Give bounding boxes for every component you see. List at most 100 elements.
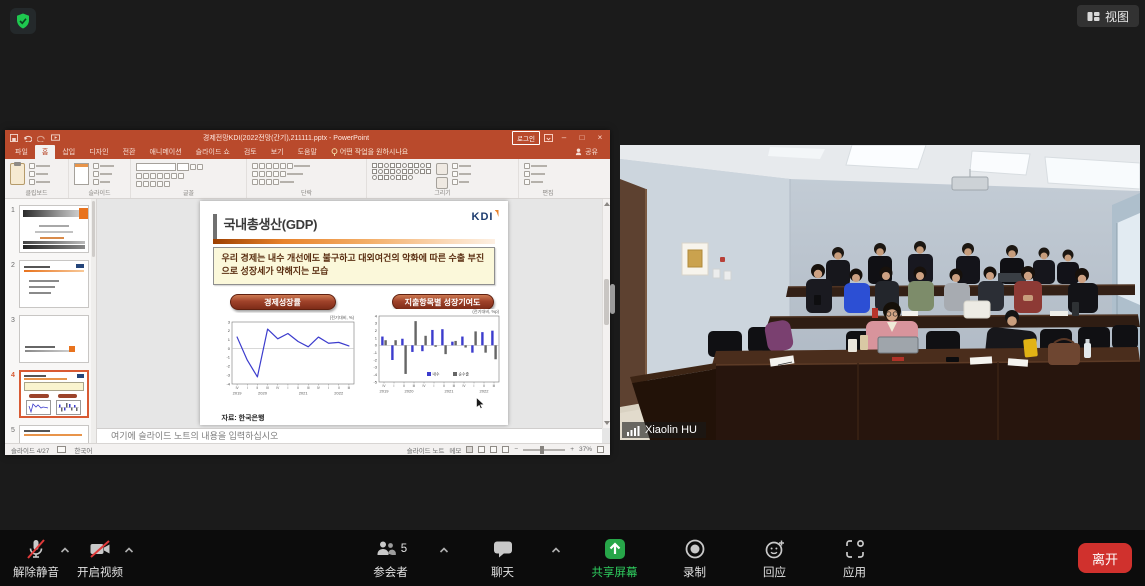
slideshow-view-icon[interactable] bbox=[502, 446, 509, 453]
tab-help[interactable]: 도움말 bbox=[291, 145, 324, 159]
save-icon[interactable] bbox=[10, 134, 18, 142]
notes-toggle-button[interactable]: 슬라이드 노트 bbox=[407, 445, 445, 455]
mouse-cursor bbox=[476, 397, 485, 409]
record-label: 录制 bbox=[683, 564, 706, 580]
view-button[interactable]: 视图 bbox=[1077, 5, 1139, 27]
start-video-button[interactable]: 开启视频 bbox=[72, 530, 128, 586]
normal-view-icon[interactable] bbox=[466, 446, 473, 453]
tab-file[interactable]: 파일 bbox=[8, 145, 35, 159]
leave-button[interactable]: 离开 bbox=[1078, 543, 1132, 573]
editor-vertical-scrollbar[interactable] bbox=[602, 199, 610, 428]
ribbon-group-label: 단락 bbox=[247, 188, 366, 197]
tab-review[interactable]: 검토 bbox=[237, 145, 264, 159]
meeting-security-button[interactable] bbox=[10, 8, 36, 34]
zoom-in-button[interactable]: + bbox=[570, 446, 574, 453]
thermos bbox=[1072, 302, 1079, 316]
slide-canvas[interactable]: 국내총생산(GDP) KDI 우리 경제는 내수 개선에도 불구하고 대외여건의… bbox=[200, 201, 508, 425]
ppt-window-title: 경제전망KDI(2022전망(간기),211111.pptx - PowerPo… bbox=[60, 133, 512, 143]
tab-home[interactable]: 홈 bbox=[35, 145, 55, 159]
chat-button[interactable]: 聊天 bbox=[475, 530, 531, 586]
tell-me-box[interactable]: 어떤 작업을 원하시나요 bbox=[324, 145, 415, 159]
record-button[interactable]: 录制 bbox=[667, 530, 723, 586]
tab-design[interactable]: 디자인 bbox=[82, 145, 115, 159]
paste-icon[interactable] bbox=[10, 163, 25, 185]
login-button[interactable]: 로그인 bbox=[512, 131, 540, 145]
zoom-slider[interactable] bbox=[523, 449, 565, 451]
new-slide-icon[interactable] bbox=[74, 163, 89, 185]
undo-icon[interactable] bbox=[23, 134, 32, 142]
reactions-smiley-icon bbox=[763, 537, 787, 561]
share-ribbon-button[interactable]: 공유 bbox=[571, 145, 602, 159]
key-message-box: 우리 경제는 내수 개선에도 불구하고 대외여건의 악화에 따른 수출 부진으로… bbox=[213, 247, 495, 285]
svg-text:-3: -3 bbox=[373, 365, 377, 370]
tab-view[interactable]: 보기 bbox=[264, 145, 291, 159]
svg-text:IV: IV bbox=[316, 386, 320, 390]
slide-thumbnail-2[interactable] bbox=[19, 260, 89, 308]
participants-button[interactable]: 5 参会者 bbox=[363, 530, 419, 586]
svg-text:IV: IV bbox=[235, 386, 239, 390]
svg-text:2022: 2022 bbox=[334, 391, 344, 396]
ceiling-light bbox=[1045, 157, 1140, 189]
font-name-box[interactable] bbox=[136, 163, 176, 171]
thumbnail-scrollbar[interactable] bbox=[91, 199, 96, 443]
audio-options-chevron[interactable] bbox=[58, 540, 72, 559]
tab-slideshow[interactable]: 슬라이드 쇼 bbox=[189, 145, 237, 159]
video-options-chevron[interactable] bbox=[122, 540, 136, 559]
share-screen-button[interactable]: 共享屏幕 bbox=[587, 530, 643, 586]
font-size-box[interactable] bbox=[177, 163, 189, 171]
minimize-button[interactable]: – bbox=[557, 131, 571, 145]
slide-thumbnail-3[interactable] bbox=[19, 315, 89, 363]
reactions-button[interactable]: 回应 bbox=[747, 530, 803, 586]
tab-transitions[interactable]: 전환 bbox=[116, 145, 143, 159]
close-button[interactable]: × bbox=[593, 131, 607, 145]
panel-resize-handle[interactable] bbox=[610, 284, 615, 314]
redo-icon[interactable] bbox=[37, 134, 46, 142]
slide-thumbnail-4-selected[interactable] bbox=[19, 370, 89, 418]
spellcheck-icon[interactable] bbox=[57, 446, 66, 453]
notes-placeholder[interactable]: 여기에 슬라이드 노트의 내용을 입력하십시오 bbox=[97, 428, 602, 443]
unmute-button[interactable]: 解除静音 bbox=[8, 530, 64, 586]
projector bbox=[952, 177, 988, 190]
reading-view-icon[interactable] bbox=[490, 446, 497, 453]
svg-text:2020: 2020 bbox=[404, 389, 414, 394]
chevron-up-icon bbox=[551, 547, 561, 554]
slide-editor-canvas: 국내총생산(GDP) KDI 우리 경제는 내수 개선에도 불구하고 대외여건의… bbox=[97, 199, 610, 443]
svg-text:2: 2 bbox=[227, 328, 230, 333]
chat-options-chevron[interactable] bbox=[549, 540, 563, 559]
slide-number: 3 bbox=[7, 315, 19, 363]
zoom-out-button[interactable]: − bbox=[514, 446, 518, 453]
fit-to-window-icon[interactable] bbox=[597, 446, 604, 453]
ribbon-display-options-icon[interactable] bbox=[544, 134, 553, 142]
chart2-header-pill: 지출항목별 성장기여도 bbox=[392, 294, 494, 310]
language-indicator[interactable]: 한국어 bbox=[74, 445, 92, 455]
slides-commands[interactable] bbox=[74, 163, 125, 185]
paragraph-commands[interactable] bbox=[252, 163, 361, 185]
editing-commands[interactable] bbox=[524, 163, 572, 185]
svg-text:III: III bbox=[266, 386, 269, 390]
svg-text:I: I bbox=[246, 386, 247, 390]
maximize-button[interactable]: □ bbox=[575, 131, 589, 145]
start-slideshow-icon[interactable] bbox=[51, 134, 60, 142]
svg-text:II: II bbox=[337, 386, 339, 390]
apps-button[interactable]: 应用 bbox=[827, 530, 883, 586]
svg-text:I: I bbox=[473, 384, 474, 388]
tab-insert[interactable]: 삽입 bbox=[55, 145, 82, 159]
shapes-gallery[interactable] bbox=[372, 163, 432, 180]
arrange-icon[interactable] bbox=[436, 163, 448, 175]
clipboard-commands[interactable] bbox=[10, 163, 63, 185]
tab-animations[interactable]: 애니메이션 bbox=[142, 145, 188, 159]
mini-bar-chart bbox=[57, 401, 80, 414]
gdp-growth-line-chart: 3210-1-2-3-4(전기대비, %)IVIIIIIIIVIIIIIIIVI… bbox=[218, 313, 360, 409]
wall-switch bbox=[724, 271, 731, 280]
svg-text:2020: 2020 bbox=[258, 391, 268, 396]
ppt-ribbon-tabs: 파일 홈 삽입 디자인 전환 애니메이션 슬라이드 쇼 검토 보기 도움말 어떤… bbox=[5, 146, 610, 159]
drawing-commands[interactable] bbox=[372, 163, 513, 189]
memo-toggle-button[interactable]: 메모 bbox=[449, 445, 461, 455]
slide-sorter-view-icon[interactable] bbox=[478, 446, 485, 453]
participant-video-tile[interactable]: Xiaolin HU bbox=[620, 145, 1140, 440]
participants-options-chevron[interactable] bbox=[437, 540, 451, 559]
font-commands[interactable] bbox=[136, 163, 241, 187]
thumbnail-row: 4 bbox=[7, 370, 89, 418]
slide-thumbnail-5[interactable] bbox=[19, 425, 89, 443]
slide-thumbnail-1[interactable] bbox=[19, 205, 89, 253]
